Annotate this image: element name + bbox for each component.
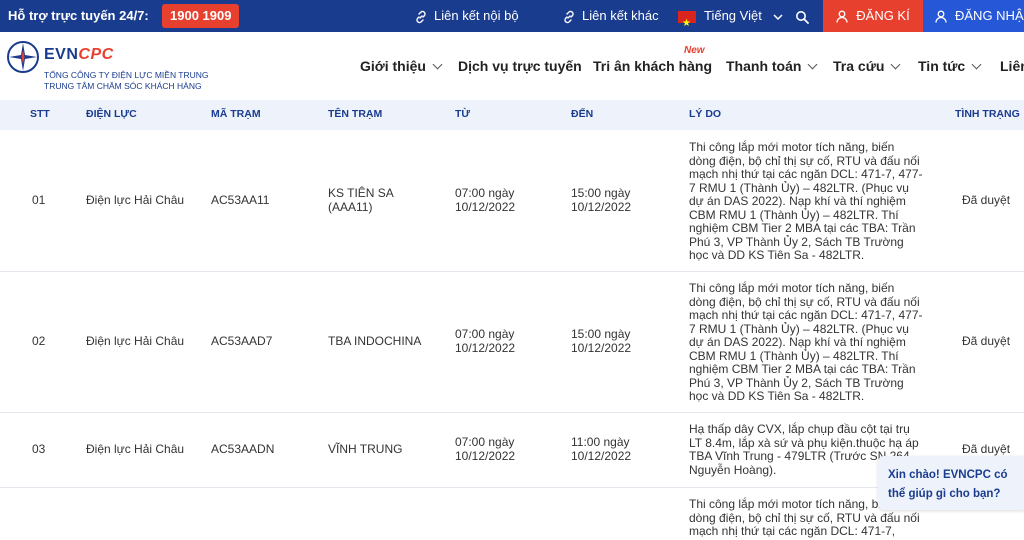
table-row: 03 Điện lực Hải Châu AC53AADN VĨNH TRUNG… — [0, 412, 1024, 488]
cell-ma-tram: AC53AA11 — [211, 193, 270, 207]
external-link[interactable]: Liên kết khác — [562, 0, 659, 32]
nav-item-lien-he[interactable]: Liên — [1000, 32, 1024, 100]
nav-label: Liên — [1000, 58, 1024, 74]
chevron-down-icon — [971, 59, 982, 70]
nav-item-tra-cuu[interactable]: Tra cứu — [833, 32, 901, 100]
login-button[interactable]: ĐĂNG NHẬP — [923, 0, 1024, 32]
cell-den: 11:00 ngày 10/12/2022 — [571, 435, 632, 463]
link-icon — [564, 10, 574, 23]
nav-item-dich-vu[interactable]: Dịch vụ trực tuyến — [458, 32, 582, 100]
internal-link[interactable]: Liên kết nội bộ — [414, 0, 519, 32]
col-header-dien-luc: ĐIỆN LỰC — [86, 108, 137, 120]
cell-dien-luc: Điện lực Hải Châu — [86, 193, 185, 207]
cell-den: 15:00 ngày 10/12/2022 — [571, 327, 632, 355]
cell-tinh-trang: Đã duyệt — [962, 442, 1011, 456]
nav-item-tri-an[interactable]: Tri ân khách hàng — [593, 32, 712, 100]
main-header: EVNCPC TỔNG CÔNG TY ĐIỆN LỰC MIỀN TRUNG … — [0, 32, 1024, 101]
col-header-ly-do: LÝ DO — [689, 108, 722, 120]
table-row: 01 Điện lực Hải Châu AC53AA11 KS TIÊN SA… — [0, 130, 1024, 272]
col-header-stt: STT — [30, 108, 50, 120]
cell-ten-tram: KS TIÊN SA (AAA11) — [328, 186, 394, 214]
new-badge: New — [684, 45, 705, 56]
nav-label: Tra cứu — [833, 58, 885, 74]
table-row: 02 Điện lực Hải Châu AC53AAD7 TBA INDOCH… — [0, 271, 1024, 413]
register-label: ĐĂNG KÍ — [856, 8, 910, 23]
nav-label: Tin tức — [918, 58, 966, 74]
evn-logo-icon — [7, 41, 39, 73]
chevron-down-icon — [807, 59, 818, 70]
search-button[interactable] — [795, 0, 815, 32]
logo-subtitle-1: TỔNG CÔNG TY ĐIỆN LỰC MIỀN TRUNG — [44, 70, 209, 80]
hotline-number[interactable]: 1900 1909 — [162, 4, 240, 28]
cell-ma-tram: AC53AADN — [211, 442, 275, 456]
chat-greeting-bubble[interactable]: Xin chào! EVNCPC có thể giúp gì cho bạn? — [878, 456, 1024, 510]
nav-item-tin-tuc[interactable]: Tin tức — [918, 32, 982, 100]
chevron-down-icon — [432, 59, 443, 70]
nav-label: Dịch vụ trực tuyến — [458, 58, 582, 74]
table-header: STT ĐIỆN LỰC MÃ TRẠM TÊN TRẠM TỪ ĐẾN LÝ … — [0, 100, 1024, 130]
hotline-label: Hỗ trợ trực tuyến 24/7: — [8, 8, 149, 23]
nav-label: Giới thiệu — [360, 58, 426, 74]
col-header-ten-tram: TÊN TRẠM — [328, 108, 383, 120]
cell-tu: 07:00 ngày 10/12/2022 — [455, 435, 516, 463]
cell-dien-luc: Điện lực Hải Châu — [86, 442, 185, 456]
col-header-tu: TỪ — [455, 108, 471, 120]
cell-stt: 02 — [32, 334, 46, 348]
top-bar: Hỗ trợ trực tuyến 24/7: 1900 1909 Liên k… — [0, 0, 1024, 40]
chevron-down-icon — [890, 59, 901, 70]
cell-ten-tram: TBA INDOCHINA — [328, 334, 422, 348]
col-header-ma-tram: MÃ TRẠM — [211, 108, 261, 120]
col-header-tinh-trang: TÌNH TRẠNG — [955, 108, 1020, 120]
internal-link-label: Liên kết nội bộ — [434, 8, 519, 23]
language-label: Tiếng Việt — [704, 8, 762, 23]
cell-ten-tram: VĨNH TRUNG — [328, 442, 403, 456]
col-header-den: ĐẾN — [571, 108, 594, 120]
cell-ma-tram: AC53AAD7 — [211, 334, 273, 348]
cell-den: 15:00 ngày 10/12/2022 — [571, 186, 632, 214]
logo-text: EVNCPC — [44, 46, 114, 64]
cell-ly-do: Thi công lắp mới motor tích năng, biến d… — [689, 140, 923, 262]
cell-stt: 01 — [32, 193, 46, 207]
external-link-label: Liên kết khác — [582, 8, 659, 23]
link-icon — [416, 10, 426, 23]
user-icon — [935, 10, 947, 23]
vietnam-flag-icon — [678, 8, 696, 40]
table-row: Thi công lắp mới motor tích năng, biến d… — [0, 487, 1024, 540]
language-selector[interactable]: Tiếng Việt — [678, 0, 783, 40]
cell-ly-do: Thi công lắp mới motor tích năng, biến d… — [689, 281, 923, 403]
search-icon — [796, 10, 809, 24]
evncpc-logo[interactable] — [6, 40, 40, 79]
nav-item-thanh-toan[interactable]: Thanh toán — [726, 32, 818, 100]
cell-tu: 07:00 ngày 10/12/2022 — [455, 186, 516, 214]
nav-label: Tri ân khách hàng — [593, 58, 713, 74]
nav-item-gioi-thieu[interactable]: Giới thiệu — [360, 32, 443, 100]
cell-tinh-trang: Đã duyệt — [962, 193, 1011, 207]
cell-tu: 07:00 ngày 10/12/2022 — [455, 327, 516, 355]
cell-dien-luc: Điện lực Hải Châu — [86, 334, 185, 348]
cell-tinh-trang: Đã duyệt — [962, 334, 1011, 348]
cell-stt: 03 — [32, 442, 46, 456]
nav-label: Thanh toán — [726, 58, 802, 74]
logo-accent: CPC — [78, 46, 114, 63]
register-button[interactable]: ĐĂNG KÍ — [823, 0, 923, 32]
logo-subtitle-2: TRUNG TÂM CHĂM SÓC KHÁCH HÀNG — [44, 81, 202, 91]
chevron-down-icon — [773, 14, 783, 20]
user-icon — [836, 10, 848, 23]
logo-main: EVN — [44, 46, 79, 63]
login-label: ĐĂNG NHẬP — [955, 8, 1024, 23]
